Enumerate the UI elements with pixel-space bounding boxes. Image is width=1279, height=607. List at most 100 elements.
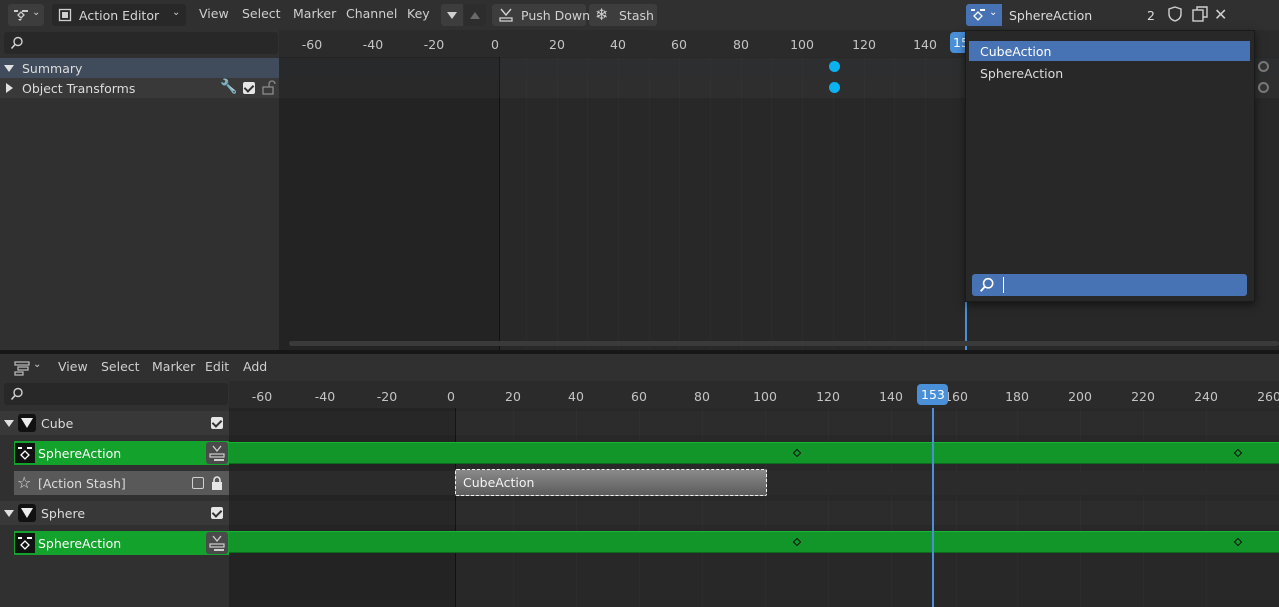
fake-user-button[interactable] (1166, 5, 1186, 25)
mode-label: Action Editor (79, 8, 160, 23)
action-search-popup: CubeAction SphereAction (965, 30, 1255, 302)
action-name: SphereAction (1009, 8, 1093, 23)
channel-toggle[interactable] (1258, 61, 1269, 72)
duplicate-action-button[interactable] (1191, 5, 1211, 25)
menu-select[interactable]: Select (242, 6, 281, 21)
push-down-icon (209, 535, 225, 551)
menu-marker[interactable]: Marker (152, 359, 195, 374)
unlink-action-button[interactable]: ✕ (1214, 5, 1232, 25)
menu-key[interactable]: Key (407, 6, 430, 21)
layer-prev-button[interactable] (441, 4, 463, 26)
push-down-button[interactable]: Push Down (492, 4, 590, 26)
nla-track-label: [Action Stash] (38, 476, 126, 491)
nla-strip-cubeaction[interactable]: CubeAction (455, 469, 767, 496)
chevron-down-icon: ⌄ (172, 7, 181, 18)
action-list-item[interactable]: SphereAction (969, 63, 1250, 83)
ruler-tick: -20 (423, 37, 445, 52)
object-enable-checkbox[interactable] (211, 507, 223, 519)
current-frame-indicator[interactable]: 153 (917, 384, 948, 405)
nla-action-line-band-sphere[interactable] (229, 531, 1279, 553)
nla-object-cube[interactable]: Cube (0, 411, 229, 435)
grid-line (526, 57, 527, 350)
nla-object-sphere[interactable]: Sphere (0, 501, 229, 525)
editor-type-button[interactable]: ⌄ (8, 4, 44, 26)
duplicate-icon (1192, 6, 1208, 22)
dopesheet-icon (14, 10, 28, 21)
grid-line (741, 57, 742, 350)
nla-track-action-stash[interactable]: ☆ [Action Stash] (14, 471, 229, 495)
lock-open-icon[interactable] (260, 80, 276, 96)
menu-view[interactable]: View (199, 6, 229, 21)
snowflake-icon: ❄ (595, 5, 609, 24)
object-enable-checkbox[interactable] (211, 417, 223, 429)
horizontal-scrollbar[interactable] (289, 341, 1279, 346)
mode-dropdown[interactable]: Action Editor ⌄ (52, 4, 186, 26)
ruler-tick: 80 (694, 389, 710, 404)
menu-select[interactable]: Select (101, 359, 140, 374)
ruler-tick: 120 (852, 37, 876, 52)
nla-action-line-sphere[interactable]: SphereAction (14, 531, 229, 555)
nla-channel-panel: Cube SphereAction ☆ [Action Stash] Spher… (0, 381, 229, 607)
object-data-icon (18, 504, 36, 522)
ruler-tick: 240 (1194, 389, 1218, 404)
ruler-tick: -40 (362, 37, 384, 52)
push-down-action-button[interactable] (206, 442, 228, 464)
nla-action-line-band-cube[interactable] (229, 442, 1279, 464)
nla-strips-area[interactable]: -60 -40 -20 0 20 40 60 80 100 120 140 16… (229, 381, 1279, 607)
cube-object-band (229, 411, 1279, 435)
nla-strip-label: CubeAction (463, 475, 535, 490)
track-solo-checkbox[interactable] (192, 477, 204, 489)
grid-line (864, 57, 865, 350)
collapse-arrow-icon (6, 83, 13, 93)
action-keyframe (1233, 448, 1243, 458)
action-browse-button[interactable]: ⌄ (966, 4, 1002, 26)
action-name-field[interactable]: SphereAction 2 (1002, 4, 1162, 26)
menu-add[interactable]: Add (243, 359, 267, 374)
out-of-range-zone (279, 57, 499, 350)
action-keyframe (792, 448, 802, 458)
action-list-item-label: SphereAction (980, 66, 1064, 81)
keyframe-object-transforms[interactable] (829, 82, 840, 93)
action-search-input[interactable] (972, 274, 1247, 296)
grid-line (894, 57, 895, 350)
ruler-tick: 80 (733, 37, 749, 52)
action-list-item-highlighted[interactable]: CubeAction (969, 41, 1250, 61)
ruler-tick: 120 (816, 389, 840, 404)
wrench-icon[interactable]: 🔧 (220, 79, 237, 95)
search-icon (980, 277, 994, 292)
grid-line (587, 57, 588, 350)
lock-icon[interactable] (210, 475, 224, 491)
chevron-down-icon: ⌄ (33, 359, 42, 370)
ruler-tick: 60 (631, 389, 647, 404)
menu-view[interactable]: View (58, 359, 88, 374)
nla-action-line-cube[interactable]: SphereAction (14, 441, 229, 465)
grid-line (649, 57, 650, 350)
channel-label: Summary (22, 61, 83, 76)
action-icon (971, 9, 985, 21)
push-down-label: Push Down (521, 8, 591, 23)
editor-type-button[interactable]: ⌄ (8, 357, 44, 379)
channel-toggle[interactable] (1258, 82, 1269, 93)
ruler-tick: 0 (447, 389, 455, 404)
stash-button[interactable]: ❄ Stash (589, 4, 657, 26)
grid-line (833, 57, 834, 350)
nla-time-ruler[interactable]: -60 -40 -20 0 20 40 60 80 100 120 140 16… (229, 381, 1279, 408)
layer-next-button[interactable] (464, 4, 486, 26)
menu-channel[interactable]: Channel (346, 6, 397, 21)
channel-object-transforms[interactable]: Object Transforms 🔧 (0, 78, 279, 98)
ruler-tick: 0 (491, 37, 499, 52)
push-down-action-button[interactable] (206, 532, 228, 554)
channel-summary[interactable]: Summary (0, 58, 279, 78)
channel-search-field[interactable] (4, 32, 278, 54)
push-down-icon (499, 8, 513, 22)
ruler-tick: -60 (301, 37, 323, 52)
channel-enable-checkbox[interactable] (243, 82, 255, 94)
nla-search-field[interactable] (4, 383, 228, 405)
expand-arrow-icon (4, 65, 14, 72)
nla-object-label: Cube (41, 416, 74, 431)
menu-marker[interactable]: Marker (293, 6, 336, 21)
action-icon (15, 533, 35, 553)
user-count: 2 (1147, 8, 1155, 23)
menu-edit[interactable]: Edit (205, 359, 229, 374)
keyframe-summary[interactable] (829, 61, 840, 72)
